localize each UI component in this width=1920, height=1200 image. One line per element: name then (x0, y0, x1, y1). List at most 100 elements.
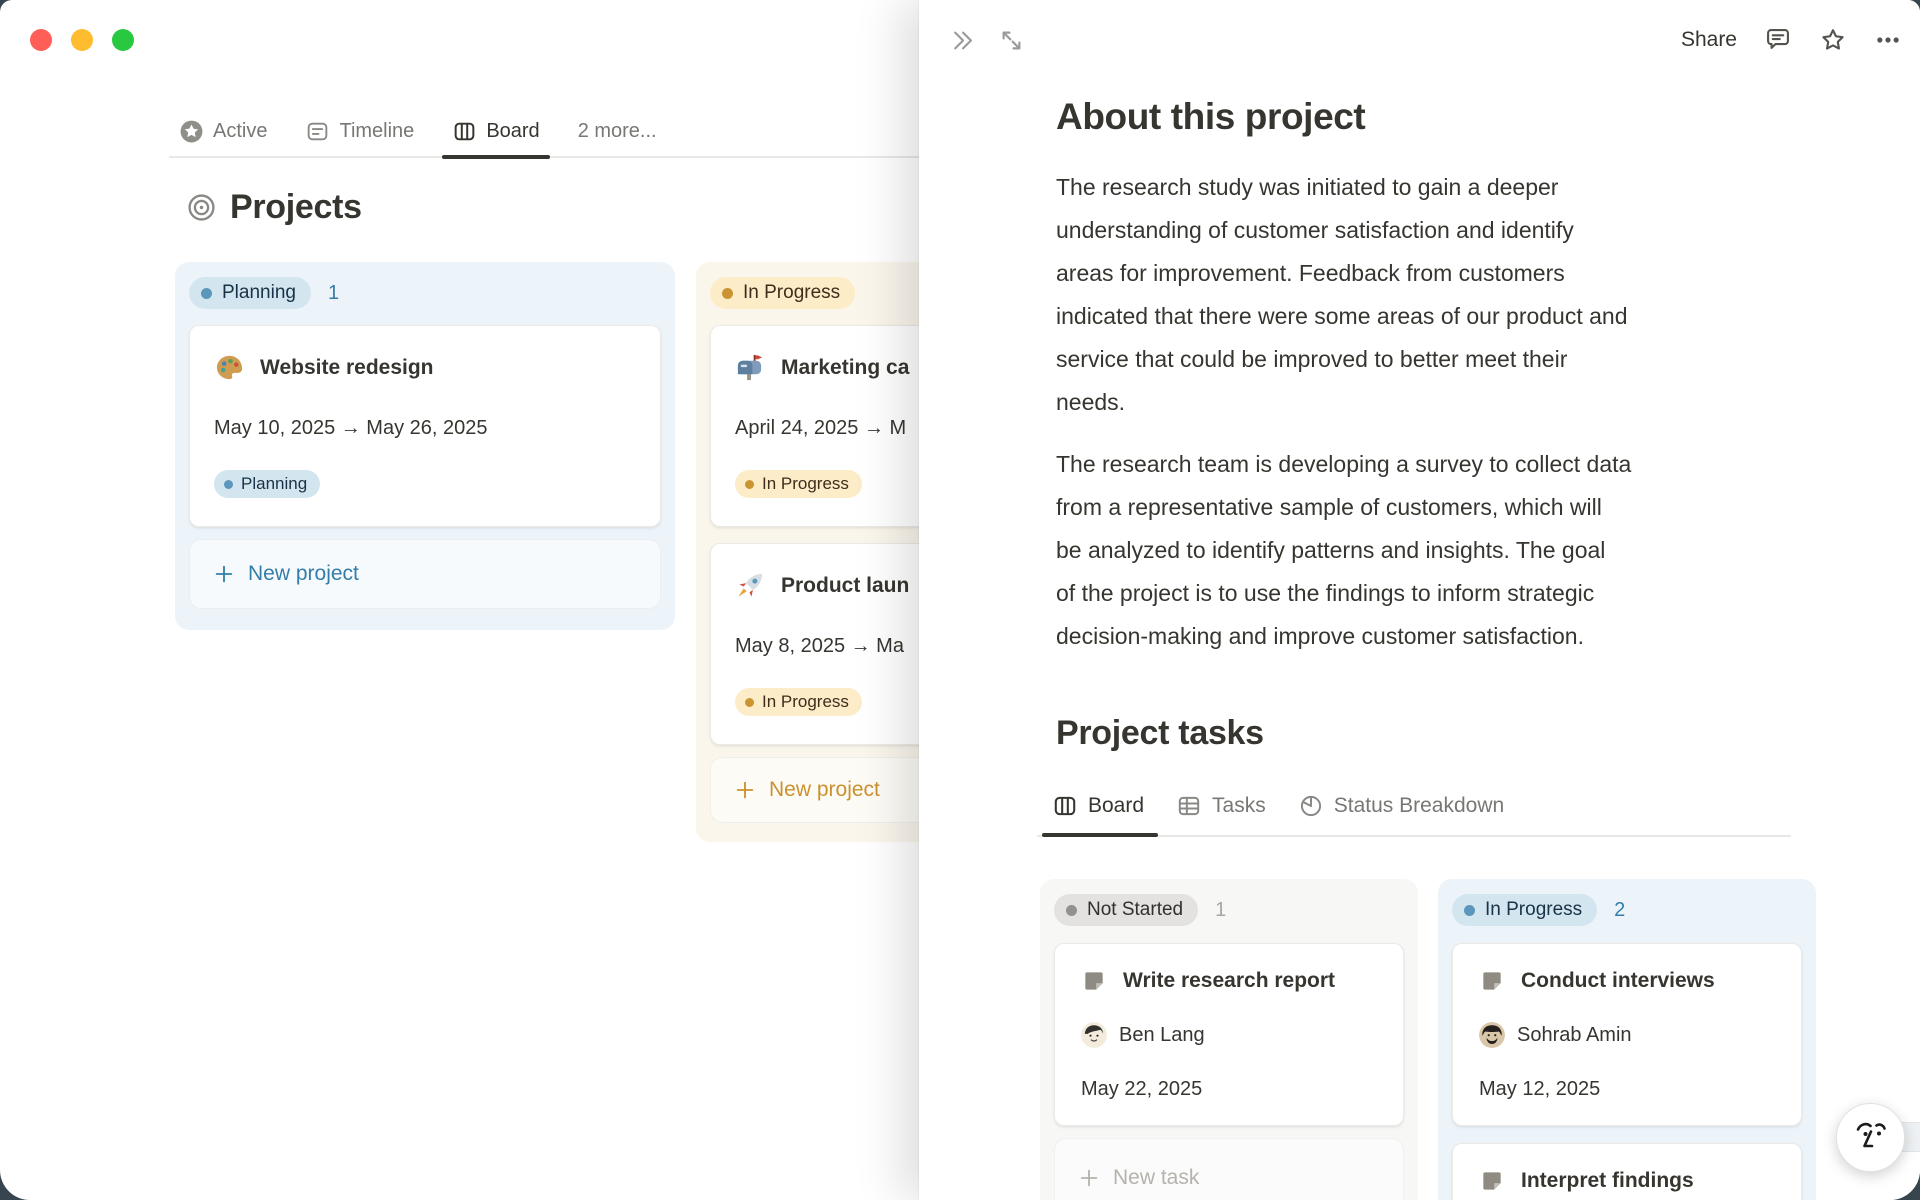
column-header: Planning 1 (189, 277, 661, 309)
window-controls (30, 29, 134, 51)
task-assignee-name: Sohrab Amin (1517, 1023, 1632, 1046)
table-icon (1176, 793, 1202, 819)
view-tab-active[interactable]: Active (169, 106, 277, 156)
task-card-title: Conduct interviews (1521, 969, 1715, 992)
status-pill-not-started[interactable]: Not Started (1054, 894, 1199, 926)
status-pill-label: In Progress (743, 282, 841, 303)
view-tab-timeline[interactable]: Timeline (295, 106, 424, 156)
about-paragraph-2: The research team is developing a survey… (1056, 451, 1632, 649)
status-pill-planning[interactable]: Planning (189, 277, 311, 309)
new-project-label: New project (769, 778, 880, 801)
target-icon (186, 192, 217, 223)
new-task-button[interactable]: New task (1054, 1138, 1404, 1200)
comment-icon[interactable] (1764, 26, 1792, 54)
more-icon[interactable] (1874, 26, 1902, 54)
board-column-planning: Planning 1 Website redesign May 10, 2025… (175, 262, 675, 630)
project-card-status-tag: In Progress (735, 688, 862, 716)
new-task-label: New task (1113, 1166, 1200, 1189)
status-dot (745, 697, 754, 707)
tasks-tab-board[interactable]: Board (1041, 793, 1159, 837)
status-pill-label: In Progress (1485, 899, 1583, 920)
status-dot (201, 287, 212, 299)
zoom-window-button[interactable] (112, 29, 134, 51)
palette-icon (214, 352, 245, 383)
about-paragraph-1: The research study was initiated to gain… (1056, 174, 1628, 415)
project-card-dates: May 10, 2025 → May 26, 2025 (214, 417, 488, 439)
view-tab-label: 2 more... (577, 119, 657, 142)
view-tab-label: Active (213, 119, 268, 142)
project-card-status-tag: In Progress (735, 470, 862, 498)
board-icon (1052, 793, 1078, 819)
task-assignee: Sohrab Amin (1479, 1022, 1775, 1048)
project-card-status-tag: Planning (214, 470, 321, 498)
status-pill-in-progress[interactable]: In Progress (1452, 894, 1598, 926)
pie-chart-icon (1298, 793, 1324, 819)
status-pill-in-progress[interactable]: In Progress (710, 277, 856, 309)
task-card-interpret-findings[interactable]: Interpret findings (1452, 1143, 1802, 1200)
status-dot (1066, 904, 1077, 916)
plus-icon (1078, 1167, 1100, 1189)
notion-ai-button[interactable] (1836, 1103, 1905, 1172)
task-card-title: Interpret findings (1521, 1169, 1694, 1192)
tasks-column-not-started: Not Started 1 Write research report Ben … (1040, 879, 1418, 1200)
column-count: 2 (1614, 898, 1626, 921)
tasks-board: Not Started 1 Write research report Ben … (1040, 879, 1816, 1200)
status-dot (224, 479, 233, 489)
minimize-window-button[interactable] (71, 29, 93, 51)
rocket-icon (735, 570, 766, 601)
board-icon (452, 119, 477, 144)
tasks-tab-tasks[interactable]: Tasks (1176, 793, 1266, 819)
view-tab-board[interactable]: Board (442, 106, 551, 159)
notion-ai-face-icon (1849, 1116, 1893, 1160)
tasks-tab-label: Board (1088, 794, 1145, 817)
avatar-ben-lang (1081, 1022, 1107, 1048)
project-card-title: Product laun (781, 573, 910, 597)
task-card-conduct-interviews[interactable]: Conduct interviews Sohrab Amin May 12, 2… (1452, 943, 1802, 1126)
close-window-button[interactable] (30, 29, 52, 51)
status-dot (722, 287, 733, 299)
star-icon[interactable] (1819, 26, 1847, 54)
expand-diagonal-icon[interactable] (998, 27, 1025, 54)
tasks-tab-label: Status Breakdown (1333, 794, 1505, 817)
task-card-write-research-report[interactable]: Write research report Ben Lang May 22, 2… (1054, 943, 1404, 1126)
task-assignee: Ben Lang (1081, 1022, 1377, 1048)
status-pill-label: Planning (222, 282, 296, 303)
star-circle-icon (179, 119, 204, 144)
mailbox-icon (735, 352, 766, 383)
side-peek-panel: Share About this project The research st… (919, 0, 1920, 1200)
new-project-button[interactable]: New project (189, 539, 661, 609)
tasks-tab-label: Tasks (1212, 794, 1266, 817)
task-page-icon (1479, 1168, 1505, 1194)
task-page-icon (1081, 968, 1107, 994)
task-card-title: Write research report (1123, 969, 1336, 992)
tasks-column-in-progress: In Progress 2 Conduct interviews Sohrab … (1438, 879, 1816, 1200)
app-window: Active Timeline Board 2 more... Projects (0, 0, 1920, 1200)
side-peek-header: Share (919, 0, 1920, 80)
project-tasks-heading: Project tasks (1056, 714, 1264, 752)
task-date: May 12, 2025 (1479, 1078, 1601, 1100)
project-card-website-redesign[interactable]: Website redesign May 10, 2025 → May 26, … (189, 325, 661, 527)
share-button[interactable]: Share (1681, 28, 1737, 52)
project-card-title: Marketing ca (781, 355, 910, 379)
view-tabs: Active Timeline Board 2 more... (169, 106, 919, 159)
task-assignee-name: Ben Lang (1119, 1023, 1205, 1046)
avatar-sohrab-amin (1479, 1022, 1505, 1048)
status-dot (1464, 904, 1475, 916)
view-tab-more[interactable]: 2 more... (568, 106, 667, 156)
plus-icon (734, 779, 756, 801)
task-date: May 22, 2025 (1081, 1078, 1203, 1100)
new-project-label: New project (248, 562, 359, 585)
double-chevron-right-icon[interactable] (949, 27, 976, 54)
status-dot (745, 479, 754, 489)
column-count: 1 (327, 281, 340, 304)
plus-icon (213, 563, 235, 585)
page-title: Projects (186, 188, 362, 227)
tasks-tab-status-breakdown[interactable]: Status Breakdown (1298, 793, 1504, 819)
about-heading: About this project (1056, 96, 1366, 137)
timeline-icon (305, 119, 330, 144)
status-pill-label: Not Started (1087, 899, 1184, 920)
page-title-text: Projects (230, 188, 362, 226)
column-count: 1 (1215, 898, 1227, 921)
project-card-title: Website redesign (260, 355, 434, 379)
view-tab-label: Timeline (339, 119, 415, 142)
